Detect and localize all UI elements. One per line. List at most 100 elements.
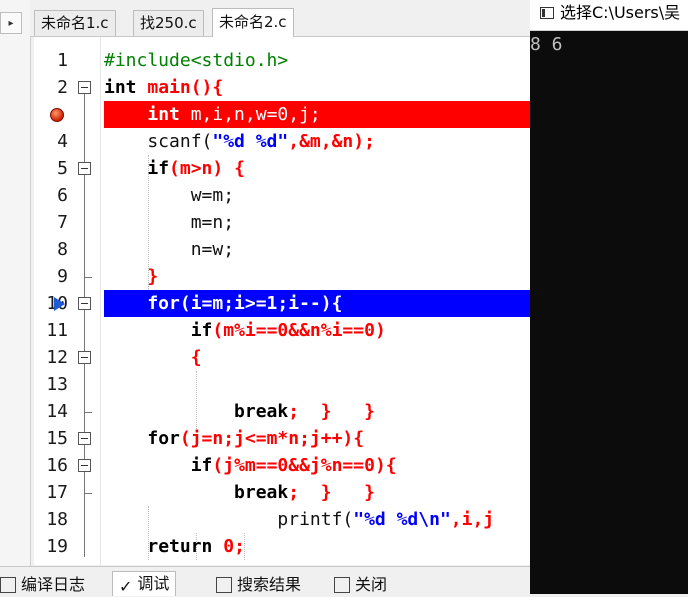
line-number: 16	[46, 455, 68, 476]
code-text: (m>n) {	[169, 158, 245, 179]
compile-log-icon	[0, 577, 16, 593]
gutter-divider	[100, 37, 101, 565]
fold-end-mark	[84, 412, 92, 413]
code-text: for(i=m;i>=1;i--){	[104, 293, 343, 314]
breakpoint-icon[interactable]	[50, 108, 64, 122]
code-line-18: printf("%d %d\n",i,j	[104, 506, 530, 533]
code-text: scanf(	[104, 131, 213, 152]
code-line-1: #include<stdio.h>	[104, 47, 530, 74]
tab-search-results[interactable]: 搜索结果	[216, 573, 301, 597]
console-window-icon	[540, 7, 554, 19]
code-editor[interactable]: 1 2 3 4 5 6 7 8 9 10 11 12 13 14 15 16 1…	[34, 37, 530, 565]
keyword: if	[147, 158, 170, 179]
console-window[interactable]: 选择C:\Users\吴 8 6	[530, 0, 688, 594]
tab-untitled2[interactable]: 未命名2.c	[212, 8, 294, 37]
code-line-4: scanf("%d %d",&m,&n);	[104, 128, 530, 155]
tab-label: 搜索结果	[237, 575, 302, 594]
keyword: break	[234, 401, 289, 422]
code-text: w=m;	[104, 185, 235, 206]
expand-arrow-icon[interactable]: ▸	[0, 12, 22, 34]
code-text: ,i,j	[450, 509, 495, 530]
checkmark-icon: ✓	[119, 577, 133, 596]
left-panel: ▸	[0, 0, 31, 594]
code-area[interactable]: #include<stdio.h> int main(){ int m,i,n,…	[104, 37, 530, 565]
keyword: for	[147, 428, 180, 449]
keyword: break	[234, 482, 289, 503]
fold-toggle-icon[interactable]	[78, 81, 91, 94]
code-text: ,&m,&n);	[288, 131, 375, 152]
code-text: 0;	[212, 536, 245, 557]
code-text: m,i,n,w=0,j;	[179, 104, 321, 125]
fold-toggle-icon[interactable]	[78, 432, 91, 445]
keyword: return	[147, 536, 213, 557]
code-text: (m%i==0&&n%i==0)	[212, 320, 386, 341]
line-number: 2	[57, 77, 68, 98]
tab-label: 关闭	[355, 575, 388, 594]
keyword: int	[104, 77, 137, 98]
line-number: 1	[57, 50, 68, 71]
line-number: 18	[46, 509, 68, 530]
console-title: 选择C:\Users\吴	[560, 3, 681, 22]
search-results-icon	[216, 577, 232, 593]
line-gutter: 1 2 3 4 5 6 7 8 9 10 11 12 13 14 15 16 1…	[34, 37, 100, 565]
editor-tab-bar: 未命名1.c 找250.c 未命名2.c	[30, 0, 530, 37]
line-number: 4	[57, 131, 68, 152]
code-line-6: w=m;	[104, 182, 530, 209]
tab-label: 调试	[137, 574, 170, 593]
code-line-15: for(j=n;j<=m*n;j++){	[104, 425, 530, 452]
include-directive: #include<stdio.h>	[104, 50, 289, 71]
line-number: 13	[46, 374, 68, 395]
fold-toggle-icon[interactable]	[78, 297, 91, 310]
console-title-bar[interactable]: 选择C:\Users\吴	[530, 0, 688, 31]
tab-find250[interactable]: 找250.c	[133, 10, 204, 36]
code-line-17: break; } }	[104, 479, 530, 506]
keyword: if	[190, 455, 213, 476]
code-line-9: }	[104, 263, 530, 290]
code-line-7: m=n;	[104, 209, 530, 236]
fold-end-mark	[84, 277, 92, 278]
fold-end-mark	[84, 493, 92, 494]
current-line-arrow-icon	[54, 297, 65, 311]
tab-untitled1[interactable]: 未命名1.c	[34, 10, 116, 36]
line-number: 15	[46, 428, 68, 449]
code-line-10-current: for(i=m;i>=1;i--){	[104, 290, 530, 317]
code-text: printf(	[104, 509, 354, 530]
code-text: {	[104, 347, 202, 368]
line-number: 5	[57, 158, 68, 179]
tab-debug[interactable]: ✓ 调试	[112, 571, 177, 596]
tab-label: 编译日志	[21, 575, 86, 594]
line-number: 8	[57, 239, 68, 260]
code-line-19: return 0;	[104, 533, 530, 560]
code-text: (j=n;j<=m*n;j++){	[179, 428, 365, 449]
tab-compile-log[interactable]: 编译日志	[0, 573, 85, 597]
code-text: main(){	[136, 77, 224, 98]
code-line-2: int main(){	[104, 74, 530, 101]
code-text: (j%m==0&&j%n==0){	[212, 455, 397, 476]
line-number: 11	[46, 320, 68, 341]
line-number: 12	[46, 347, 68, 368]
fold-toggle-icon[interactable]	[78, 459, 91, 472]
code-line-5: if(m>n) {	[104, 155, 530, 182]
fold-toggle-icon[interactable]	[78, 351, 91, 364]
code-line-3-breakpoint: int m,i,n,w=0,j;	[104, 101, 530, 128]
code-line-12: {	[104, 344, 530, 371]
code-text: ; } }	[288, 401, 375, 422]
code-line-8: n=w;	[104, 236, 530, 263]
code-line-16: if(j%m==0&&j%n==0){	[104, 452, 530, 479]
code-line-11: if(m%i==0&&n%i==0)	[104, 317, 530, 344]
fold-toggle-icon[interactable]	[78, 162, 91, 175]
keyword: if	[190, 320, 213, 341]
code-line-14: break; } }	[104, 398, 530, 425]
string-literal: "%d %d\n"	[353, 509, 451, 530]
close-panel-icon	[334, 577, 350, 593]
line-number: 19	[46, 536, 68, 557]
tab-close[interactable]: 关闭	[334, 573, 387, 597]
